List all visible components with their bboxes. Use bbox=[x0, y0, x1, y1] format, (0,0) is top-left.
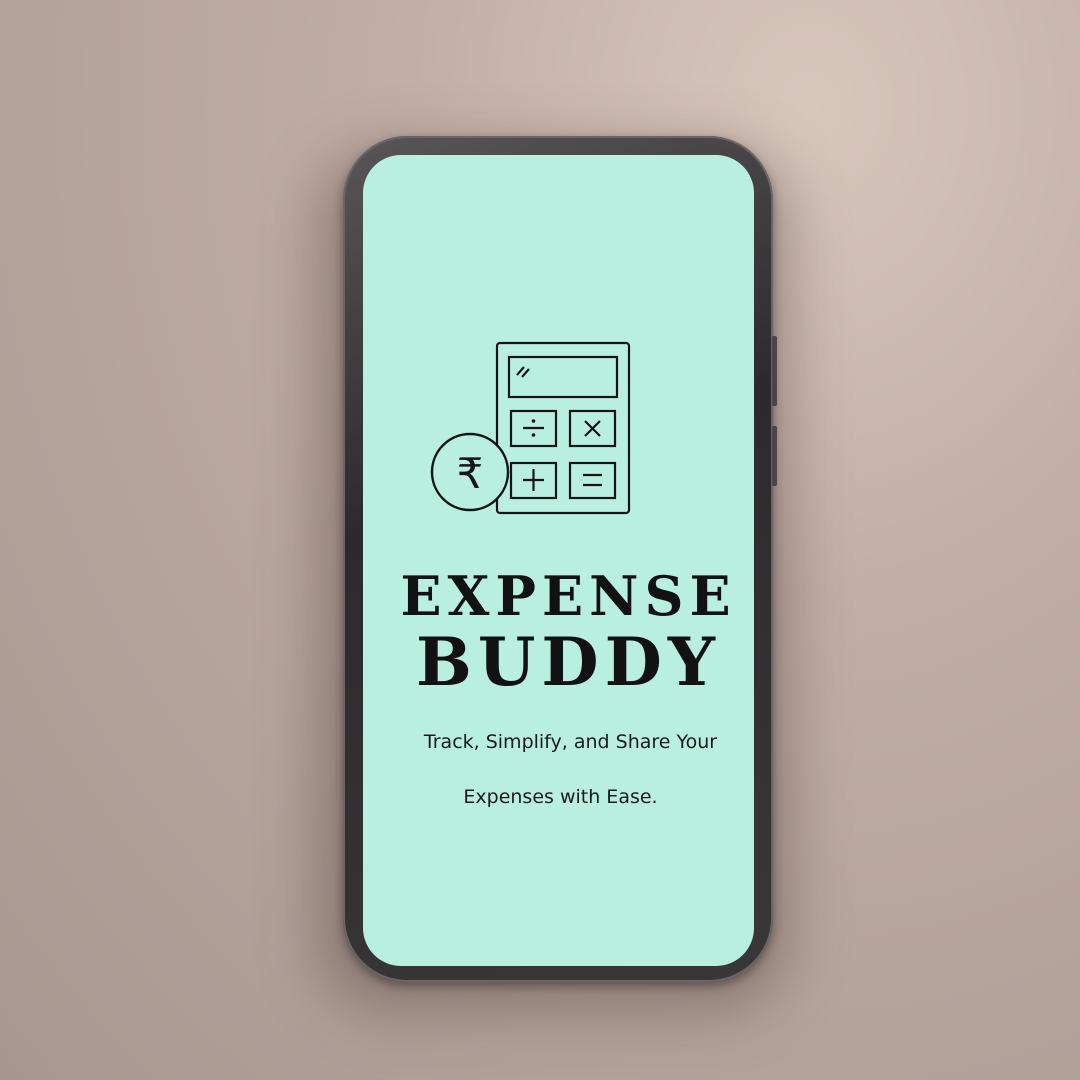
rupee-coin-icon: ₹ bbox=[430, 432, 510, 512]
calculator-icon bbox=[495, 341, 631, 515]
app-title-line1: EXPENSE bbox=[400, 564, 737, 628]
phone-frame: ₹ EXPENSE BUDDY Track, Simplify, and Sha… bbox=[343, 136, 777, 982]
tagline-line2: Expenses with Ease. bbox=[463, 786, 658, 808]
app-title-line2: BUDDY bbox=[416, 623, 721, 701]
svg-text:₹: ₹ bbox=[457, 449, 484, 498]
volume-button bbox=[772, 426, 777, 486]
tagline-line1: Track, Simplify, and Share Your bbox=[423, 731, 718, 753]
app-splash-screen[interactable]: ₹ EXPENSE BUDDY Track, Simplify, and Sha… bbox=[363, 155, 754, 966]
app-logo: ₹ bbox=[430, 341, 631, 515]
power-button bbox=[772, 336, 777, 406]
